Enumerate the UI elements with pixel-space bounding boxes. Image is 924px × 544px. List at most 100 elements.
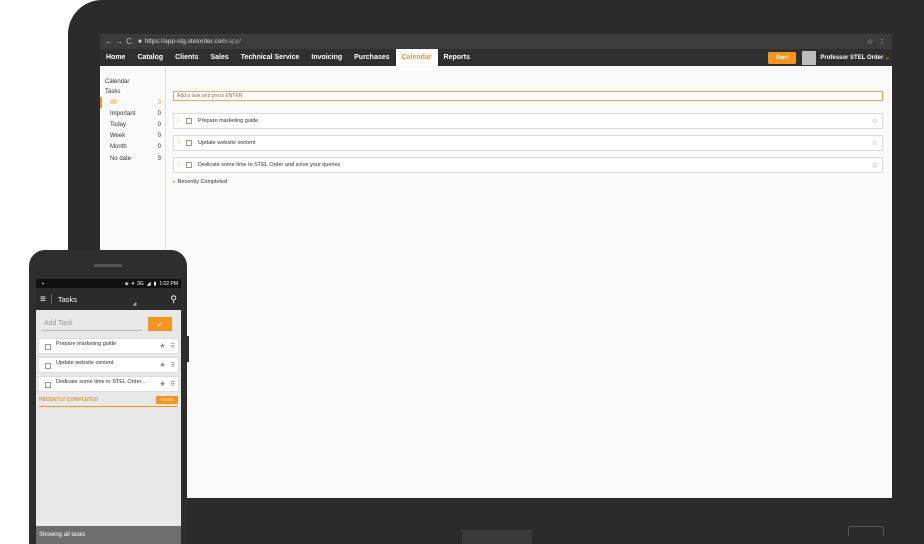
- task-checkbox[interactable]: [45, 363, 51, 369]
- user-name: Professor STEL Order: [820, 55, 884, 61]
- phone-side-button: [186, 336, 189, 362]
- filter-label: Week: [110, 133, 126, 140]
- task-text: Prepare marketing guide: [198, 118, 259, 124]
- sidebar-calendar[interactable]: Calendar: [100, 77, 165, 87]
- task-row[interactable]: ⁞ Update website content ☆: [173, 135, 883, 151]
- reload-icon[interactable]: C: [124, 37, 134, 46]
- list-item[interactable]: Prepare marketing guide ★ ⠿: [38, 338, 179, 354]
- lock-icon: ■: [138, 38, 142, 45]
- list-item[interactable]: Update website content ★ ⠿: [38, 357, 179, 373]
- recently-completed-toggle[interactable]: ▸ Recently Completed: [173, 179, 883, 185]
- filter-label: No date: [110, 155, 132, 162]
- drag-handle-icon[interactable]: ⁞: [178, 118, 186, 124]
- avatar[interactable]: [802, 50, 817, 65]
- filter-all[interactable]: All 3: [100, 97, 165, 109]
- task-text: Update website content: [56, 360, 114, 366]
- filter-important[interactable]: Important 0: [100, 108, 165, 119]
- task-text: Dedicate some time to STEL Order...: [56, 379, 146, 385]
- drag-handle-icon[interactable]: ⠿: [171, 381, 175, 388]
- task-checkbox[interactable]: [186, 162, 192, 168]
- list-item[interactable]: Dedicate some time to STEL Order... ★ ⠿: [38, 376, 179, 392]
- filter-count: 3: [157, 155, 161, 162]
- url-path: /app/: [226, 38, 242, 45]
- drag-handle-icon[interactable]: ⁞: [178, 140, 186, 146]
- filter-count: 0: [157, 144, 161, 151]
- dropdown-triangle-icon[interactable]: ◢: [133, 301, 137, 307]
- nav-technical-service[interactable]: Technical Service: [235, 49, 306, 66]
- filter-label: All: [110, 99, 117, 106]
- task-row[interactable]: ⁞ Prepare marketing guide ☆: [173, 113, 883, 129]
- nav-home[interactable]: Home: [100, 49, 131, 66]
- vibrate-icon: ◈: [124, 280, 129, 287]
- task-checkbox[interactable]: [186, 140, 192, 146]
- filter-label: Today: [110, 121, 127, 128]
- app-navbar: Home Catalog Clients Sales Technical Ser…: [100, 49, 892, 66]
- url-host: https://app-stg.stelorder.com: [144, 38, 227, 45]
- filter-count: 0: [157, 121, 161, 128]
- battery-icon: ▮: [153, 280, 157, 287]
- task-text: Prepare marketing guide: [56, 341, 117, 347]
- chevron-down-icon: ⌄: [884, 55, 890, 61]
- phone-toolbar: ≡ Tasks ◢ ⚲: [36, 288, 181, 310]
- filter-count: 3: [157, 99, 161, 106]
- back-icon[interactable]: ←: [104, 37, 114, 46]
- nav-purchases[interactable]: Purchases: [348, 49, 395, 66]
- nav-catalog[interactable]: Catalog: [131, 49, 169, 66]
- task-checkbox[interactable]: [45, 382, 51, 388]
- task-panel: ⁞ Prepare marketing guide ☆ ⁞ Update web…: [166, 66, 892, 498]
- task-list: ⁞ Prepare marketing guide ☆ ⁞ Update web…: [173, 113, 883, 173]
- bookmark-star-icon[interactable]: ☆: [864, 38, 876, 46]
- task-checkbox[interactable]: [45, 344, 51, 350]
- phone-earpiece: [94, 264, 122, 267]
- nav-calendar[interactable]: Calendar: [395, 49, 438, 66]
- address-bar[interactable]: https://app-stg.stelorder.com/app/: [145, 38, 241, 45]
- recently-completed-label: RECENTLY COMPLETED: [39, 397, 99, 403]
- forward-icon[interactable]: →: [114, 37, 124, 46]
- start-button[interactable]: Start: [767, 51, 797, 64]
- monitor-stand: [462, 530, 532, 544]
- nav-reports[interactable]: Reports: [438, 49, 476, 66]
- wifi-icon: ▾: [131, 280, 135, 287]
- star-icon[interactable]: ★: [159, 361, 165, 369]
- confirm-check-button[interactable]: ✓: [148, 317, 172, 331]
- filter-no-date[interactable]: No date 3: [100, 153, 165, 164]
- nav-clients[interactable]: Clients: [169, 49, 204, 66]
- filter-week[interactable]: Week 0: [100, 131, 165, 142]
- nav-invoicing[interactable]: Invoicing: [305, 49, 348, 66]
- drag-handle-icon[interactable]: ⠿: [171, 362, 175, 369]
- task-row[interactable]: ⁞ Dedicate some time to STEL Order and s…: [173, 157, 883, 173]
- browser-menu-icon[interactable]: ⋮: [876, 38, 888, 46]
- show-button[interactable]: SHOW: [156, 396, 178, 404]
- star-icon[interactable]: ☆: [872, 117, 878, 125]
- phone-title: Tasks: [57, 294, 78, 304]
- filter-month[interactable]: Month 0: [100, 142, 165, 153]
- task-text: Dedicate some time to STEL Order and sol…: [198, 162, 341, 168]
- search-icon[interactable]: ⚲: [170, 294, 177, 305]
- phone-add-task-input[interactable]: Add Task: [41, 317, 142, 331]
- task-checkbox[interactable]: [186, 118, 192, 124]
- recently-completed-label: Recently Completed: [177, 179, 228, 185]
- status-time: 1:02 PM: [159, 280, 178, 287]
- sidebar-tasks[interactable]: Tasks: [100, 87, 165, 97]
- hamburger-menu-icon[interactable]: ≡: [40, 294, 46, 305]
- notification-icon: ▪: [42, 280, 44, 287]
- nav-sales[interactable]: Sales: [204, 49, 234, 66]
- filter-label: Month: [110, 144, 127, 151]
- drag-handle-icon[interactable]: ⁞: [178, 162, 186, 168]
- network-type: 3G: [137, 280, 144, 287]
- desktop-screen: ← → C ■ https://app-stg.stelorder.com/ap…: [100, 34, 892, 498]
- star-icon[interactable]: ★: [159, 342, 165, 350]
- browser-chrome: ← → C ■ https://app-stg.stelorder.com/ap…: [100, 34, 892, 49]
- star-icon[interactable]: ☆: [872, 139, 878, 147]
- filter-today[interactable]: Today 0: [100, 119, 165, 130]
- phone-task-list: Prepare marketing guide ★ ⠿ Update websi…: [36, 331, 181, 392]
- drag-handle-icon[interactable]: ⠿: [171, 343, 175, 350]
- star-icon[interactable]: ★: [159, 380, 165, 388]
- user-menu[interactable]: Professor STEL Order ⌄: [820, 54, 890, 61]
- star-icon[interactable]: ☆: [872, 161, 878, 169]
- monitor-button: [848, 526, 884, 536]
- phone-footer: Showing all tasks: [36, 526, 181, 544]
- add-task-input[interactable]: [173, 91, 883, 101]
- caret-right-icon: ▸: [173, 179, 176, 185]
- phone-add-task: Add Task ✓: [36, 310, 181, 331]
